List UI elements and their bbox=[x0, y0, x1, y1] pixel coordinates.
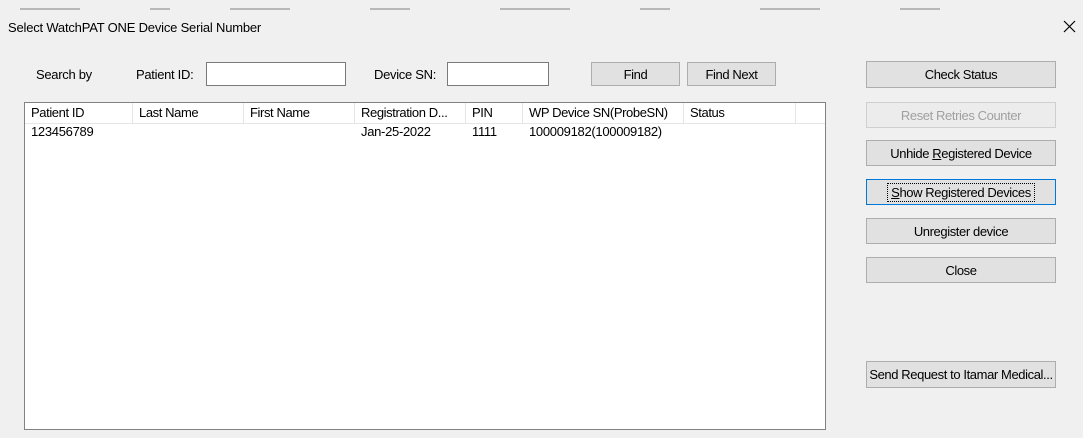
find-next-button[interactable]: Find Next bbox=[687, 62, 776, 86]
devices-list[interactable]: Patient ID Last Name First Name Registra… bbox=[24, 102, 826, 430]
dialog-title: Select WatchPAT ONE Device Serial Number bbox=[8, 20, 262, 35]
column-header-status[interactable]: Status bbox=[684, 103, 796, 123]
device-sn-input[interactable] bbox=[447, 62, 549, 86]
patient-id-label: Patient ID: bbox=[136, 67, 194, 82]
show-label-suffix: how Registered Devices bbox=[899, 184, 1031, 200]
column-header-device-sn[interactable]: WP Device SN(ProbeSN) bbox=[523, 103, 684, 123]
cell-registration-date: Jan-25-2022 bbox=[361, 124, 431, 139]
cell-device-sn: 100009182(100009182) bbox=[529, 124, 662, 139]
list-header: Patient ID Last Name First Name Registra… bbox=[25, 103, 825, 124]
unhide-label-accel: R bbox=[932, 145, 942, 161]
unhide-label-prefix: Unhide bbox=[890, 145, 933, 161]
title-bar-top-edge bbox=[0, 0, 1083, 10]
dialog-window: Select WatchPAT ONE Device Serial Number… bbox=[0, 0, 1083, 438]
column-header-first-name[interactable]: First Name bbox=[244, 103, 355, 123]
close-icon[interactable] bbox=[1058, 14, 1080, 38]
patient-id-input[interactable] bbox=[206, 62, 346, 86]
column-header-pin[interactable]: PIN bbox=[466, 103, 523, 123]
column-header-registration-date[interactable]: Registration D... bbox=[355, 103, 466, 123]
reset-retries-counter-button[interactable]: Reset Retries Counter bbox=[866, 102, 1056, 128]
show-registered-devices-button[interactable]: Show Registered Devices bbox=[866, 179, 1056, 205]
cell-first-name bbox=[244, 124, 250, 142]
check-status-button[interactable]: Check Status bbox=[866, 61, 1056, 88]
close-button[interactable]: Close bbox=[866, 257, 1056, 283]
unregister-device-button[interactable]: Unregister device bbox=[866, 218, 1056, 244]
cell-patient-id: 123456789 bbox=[31, 124, 94, 139]
find-button[interactable]: Find bbox=[591, 62, 680, 86]
cell-pin: 1111 bbox=[472, 124, 497, 139]
cell-status bbox=[684, 124, 690, 142]
search-by-label: Search by bbox=[36, 67, 92, 82]
column-header-last-name[interactable]: Last Name bbox=[133, 103, 244, 123]
focus-rectangle: Show Registered Devices bbox=[887, 182, 1035, 202]
table-row[interactable]: 123456789 Jan-25-2022 1111 100009182(100… bbox=[25, 124, 825, 142]
send-request-button[interactable]: Send Request to Itamar Medical... bbox=[866, 361, 1056, 388]
unhide-registered-device-button[interactable]: Unhide Registered Device bbox=[866, 140, 1056, 166]
device-sn-label: Device SN: bbox=[374, 67, 437, 82]
column-header-patient-id[interactable]: Patient ID bbox=[25, 103, 133, 123]
unhide-label-suffix: egistered Device bbox=[941, 145, 1032, 161]
cell-last-name bbox=[133, 124, 139, 142]
